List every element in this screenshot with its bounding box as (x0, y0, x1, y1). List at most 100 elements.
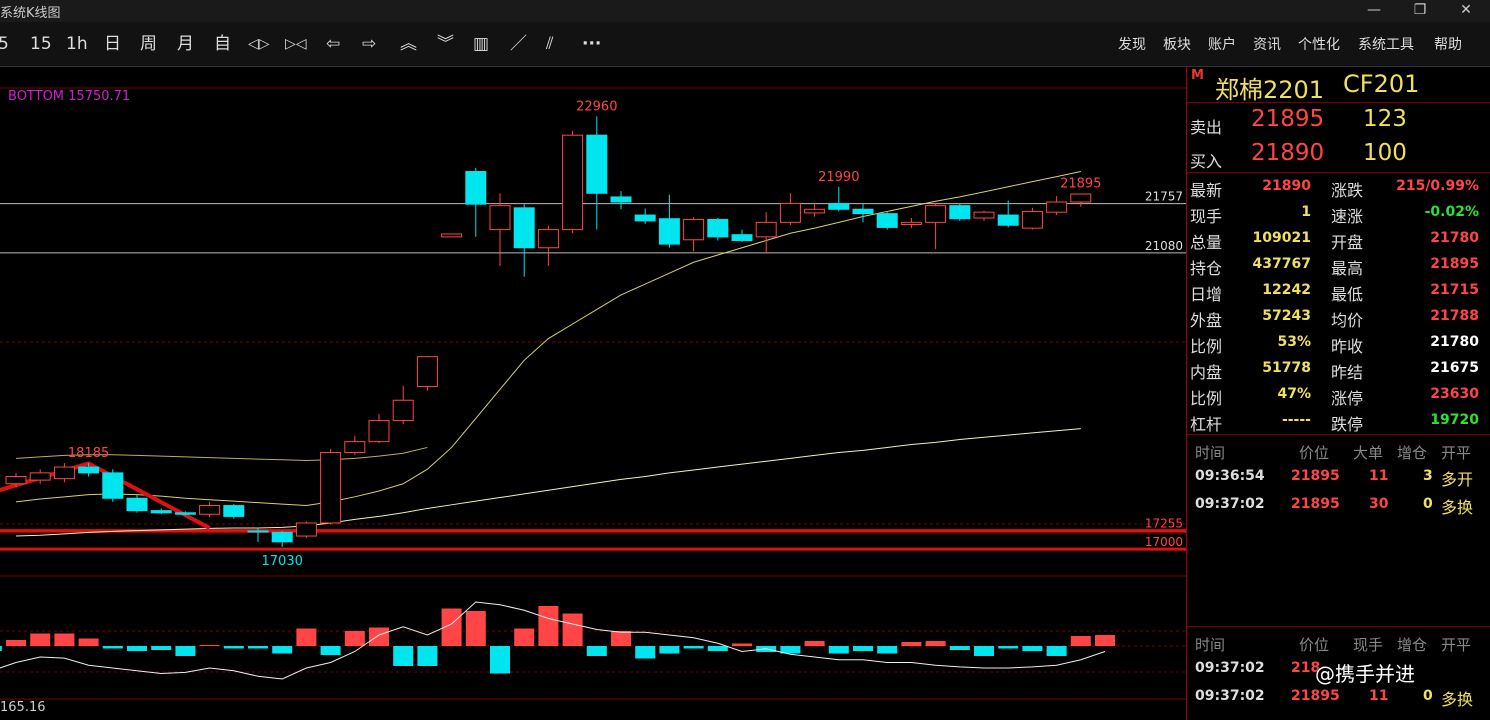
move-right-icon[interactable]: ⇨ (362, 32, 376, 56)
candle-body (29, 472, 51, 481)
volume-bar (465, 611, 486, 646)
tick-volume: 30 (1369, 496, 1389, 512)
toolbar: 5 15 1h 日 周 月 自 ◁▷ ▷◁ ⇦ ⇨ ︽ ︾ ▥ ／ ⫽ ··· … (0, 22, 1490, 67)
watermark-text: @携手并进 (1315, 662, 1415, 686)
candle-body (320, 452, 342, 524)
candle-body (900, 221, 922, 226)
quote-value: 215/0.99% (1396, 178, 1479, 194)
period-week-button[interactable]: 周 (140, 32, 157, 56)
close-button[interactable]: ✕ (1444, 0, 1488, 22)
divider (1187, 102, 1490, 103)
buy-row[interactable]: 买入 21890 100 (1187, 138, 1490, 172)
quote-label: 跌停 (1331, 415, 1364, 434)
volume-bar (320, 646, 341, 655)
market-marker: M (1191, 68, 1204, 83)
volume-bar (102, 646, 123, 649)
candle-body (779, 202, 801, 223)
candle-body (537, 229, 559, 249)
period-day-button[interactable]: 日 (104, 32, 121, 56)
minimize-button[interactable]: — (1352, 0, 1396, 22)
draw-parallel-icon[interactable]: ⫽ (546, 32, 554, 56)
period-5min-button[interactable]: 5 (0, 32, 9, 56)
bottom-indicator-label: BOTTOM 15750.71 (8, 89, 131, 104)
quote-label: 杠杆 (1190, 415, 1223, 434)
kline-chart[interactable]: 21757 21080 17255 17000 22960 21990 21895 1818… (0, 66, 1186, 720)
volume-bar (1095, 635, 1115, 646)
quote-value: 437767 (1252, 256, 1311, 272)
peak-price-label: 21990 (818, 170, 859, 185)
menu-news[interactable]: 资讯 (1253, 34, 1281, 54)
candle-body (755, 221, 777, 238)
volume-bar (659, 646, 680, 654)
candle-body (949, 205, 971, 220)
quote-value: 21675 (1430, 360, 1479, 376)
candle-body (465, 171, 487, 205)
level-label: 17000 (1145, 535, 1183, 549)
volume-bar (490, 646, 510, 674)
menu-system-tools[interactable]: 系统工具 (1358, 34, 1414, 54)
candle-body (368, 420, 390, 443)
menu-help[interactable]: 帮助 (1434, 34, 1462, 54)
candle-body (223, 505, 245, 517)
candle-body (513, 207, 535, 249)
kline-chart-svg[interactable]: 21757 21080 17255 17000 22960 21990 21895 1818… (0, 66, 1186, 720)
col-time: 时间 (1195, 636, 1226, 654)
menu-sector[interactable]: 板块 (1163, 34, 1191, 54)
window-title: 系统K线图 (0, 6, 61, 21)
candle-body (295, 522, 317, 537)
volume-bar (1046, 646, 1067, 656)
quote-label: 最高 (1331, 259, 1364, 278)
candle-body (247, 530, 269, 533)
buy-volume: 100 (1363, 140, 1407, 166)
candle-body (102, 472, 124, 499)
col-openclose: 开平 (1441, 636, 1472, 654)
candle-body (876, 213, 898, 228)
scroll-up-icon[interactable]: ︽ (400, 32, 417, 56)
volume-bar (707, 646, 728, 651)
tick-row[interactable]: 09:37:02 21895 11 0 多换 (1187, 684, 1490, 710)
level-label: 21080 (1145, 239, 1183, 253)
move-left-icon[interactable]: ⇦ (326, 32, 340, 56)
quote-label: 内盘 (1190, 363, 1223, 382)
volume-bar (635, 646, 656, 659)
quote-label: 最新 (1190, 181, 1223, 200)
tick-time: 09:36:54 (1195, 468, 1265, 484)
scroll-down-icon[interactable]: ︾ (437, 32, 454, 56)
candle-body (416, 356, 438, 387)
quote-row: 比例 47% 涨停 23630 (1187, 382, 1490, 408)
sell-row[interactable]: 卖出 21895 123 (1187, 104, 1490, 138)
candle-body (392, 399, 414, 422)
volume-bar (974, 646, 994, 656)
volume-bar (925, 641, 946, 646)
zoom-out-icon[interactable]: ▷◁ (285, 32, 307, 56)
volume-bar (417, 646, 438, 666)
col-price: 价位 (1299, 444, 1330, 462)
quote-row: 现手 1 速涨 -0.02% (1187, 200, 1490, 226)
period-custom-button[interactable]: 自 (214, 32, 231, 56)
quote-row: 比例 53% 昨收 21780 (1187, 330, 1490, 356)
level-label: 21757 (1145, 190, 1183, 204)
layout-icon[interactable]: ▥ (473, 32, 489, 56)
quote-value: 21715 (1430, 282, 1479, 298)
quote-value: 53% (1277, 334, 1311, 350)
draw-line-icon[interactable]: ／ (510, 32, 527, 56)
menu-discover[interactable]: 发现 (1118, 34, 1146, 54)
maximize-button[interactable]: ❐ (1398, 0, 1442, 22)
candle-body (5, 475, 27, 485)
menu-personalize[interactable]: 个性化 (1298, 34, 1340, 54)
tick-row[interactable]: 09:37:02 21895 30 0 多换 (1187, 492, 1490, 518)
menu-account[interactable]: 账户 (1208, 34, 1236, 54)
volume-bar (127, 646, 147, 651)
period-15min-button[interactable]: 15 (30, 32, 52, 56)
volume-bar (393, 646, 414, 666)
tick-row[interactable]: 09:36:54 21895 11 3 多开 (1187, 464, 1490, 490)
more-icon[interactable]: ··· (582, 32, 601, 56)
tick-time: 09:37:02 (1195, 660, 1265, 676)
volume-bar (538, 606, 559, 646)
period-1h-button[interactable]: 1h (66, 32, 88, 56)
candle-body (586, 134, 608, 194)
period-month-button[interactable]: 月 (177, 32, 194, 56)
zoom-in-icon[interactable]: ◁▷ (248, 32, 270, 56)
tick-type: 多开 (1441, 470, 1474, 489)
volume-bar (514, 628, 535, 646)
